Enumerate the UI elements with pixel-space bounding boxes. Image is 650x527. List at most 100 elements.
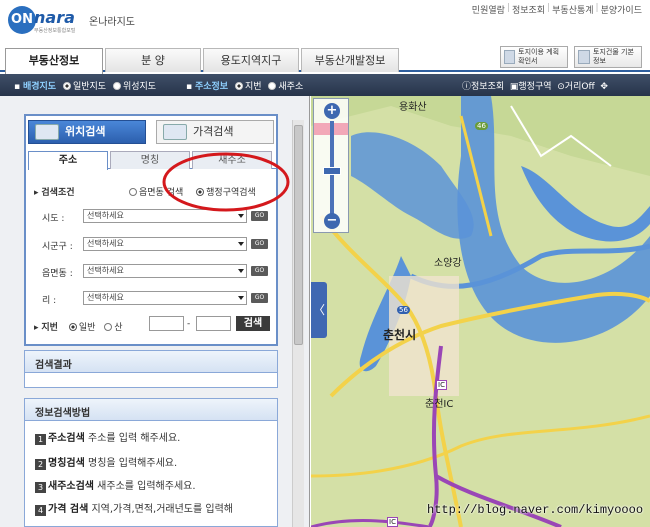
radio-normal-map[interactable] <box>62 82 71 90</box>
help-item: 3 새주소검색 새주소를 입력해주세요. <box>35 477 196 493</box>
land-building-info-button[interactable]: 토지건물 기본정보 <box>574 46 642 68</box>
logo-mark: ON <box>8 6 36 34</box>
help-item: 4 가격 검색 지역,가격,면적,거래년도를 입력해 <box>35 500 233 516</box>
top-link-stats[interactable]: 부동산통계 <box>552 3 593 16</box>
condition-bullet: ▸ <box>34 188 39 198</box>
map-label-chuncheon: 춘천시 <box>383 328 417 342</box>
condition-label: 검색조건 <box>41 188 75 198</box>
top-links: 민원열람 | 정보조회 | 부동산통계 | 분양가이드 <box>472 3 642 16</box>
land-use-plan-button[interactable]: 토지이용 계획확인서 <box>500 46 568 68</box>
panel-collapse-button[interactable]: 〈 <box>311 282 327 338</box>
divider: | <box>547 3 551 13</box>
chevron-down-icon <box>238 296 244 300</box>
map-search-icon <box>35 124 59 140</box>
document-icon <box>578 50 591 64</box>
tab-price-search[interactable]: 가격검색 <box>156 120 274 144</box>
search-box: 위치검색 가격검색 주소 명칭 새주소 <box>24 114 278 346</box>
watermark: http://blog.naver.com/kimyoooo <box>427 503 644 517</box>
map-label-soyang: 소양강 <box>434 258 462 269</box>
map-label-chuncheon-ic: 춘천IC <box>425 399 454 410</box>
field-label: 시도 : <box>42 214 65 224</box>
condition-row: ▸ 검색조건 <box>34 185 75 198</box>
top-link-info[interactable]: 정보조회 <box>512 3 545 16</box>
radio-jibun[interactable] <box>234 82 243 90</box>
eupmyeondong-go-button[interactable]: GO <box>251 266 268 276</box>
help-item: 2 명칭검색 명칭을 입력해주세요. <box>35 454 177 470</box>
tab-development[interactable]: 부동산개발정보 <box>301 48 399 72</box>
route-46-shield: 46 <box>475 122 488 130</box>
ri-select[interactable]: 선택하세요 <box>83 291 247 305</box>
radio-label: 산 <box>114 323 123 333</box>
radio-mountain[interactable] <box>104 323 113 331</box>
zoom-control: + − <box>313 98 349 233</box>
map-label-hwasan: 용화산 <box>399 102 427 113</box>
tab-sale[interactable]: 분 양 <box>105 48 201 72</box>
chevron-down-icon <box>238 214 244 218</box>
highlight-circle <box>162 152 290 212</box>
jibun-main-input[interactable] <box>149 316 184 331</box>
result-title: 검색결과 <box>25 351 277 373</box>
magnifier-icon <box>163 124 187 140</box>
radio-new-address[interactable] <box>268 82 277 90</box>
logo-subtitle: 부동산정보통합포털 <box>34 28 76 34</box>
map-tools: ⓘ정보조회 ▣행정구역 ⊙거리Off ✥ <box>462 79 608 92</box>
pan-icon[interactable]: ✥ <box>600 82 608 92</box>
ic-marker: IC <box>436 380 447 390</box>
field-label: 리 : <box>42 296 57 306</box>
top-link-guide[interactable]: 분양가이드 <box>601 3 642 16</box>
map-view[interactable]: 용화산 소양강 46 56 춘천시 IC 춘천IC IC <box>311 96 650 527</box>
address-info-group: ▪ 주소정보 지번 새주소 <box>186 82 304 92</box>
info-buttons: 토지이용 계획확인서 토지건물 기본정보 <box>500 46 642 68</box>
zoom-in-button[interactable]: + <box>324 103 340 119</box>
logo-text: nara <box>34 8 75 27</box>
field-label: 읍면동 : <box>42 269 73 279</box>
radio-label: 새주소 <box>278 82 304 92</box>
tab-location-search[interactable]: 위치검색 <box>28 120 146 144</box>
zoom-out-button[interactable]: − <box>324 213 340 229</box>
jibun-dash: - <box>187 319 191 329</box>
radio-satellite-map[interactable] <box>112 82 121 90</box>
background-map-group: ▪ 배경지도 일반지도 위성지도 <box>14 82 157 92</box>
addr-info-label: 주소정보 <box>194 82 229 92</box>
layer-bar: ▪ 배경지도 일반지도 위성지도 ▪ 주소정보 지번 새주소 ⓘ정보조회 ▣행정… <box>0 74 650 96</box>
subtab-address[interactable]: 주소 <box>28 151 108 170</box>
route-56-shield: 56 <box>397 306 410 314</box>
result-box: 검색결과 <box>24 350 278 388</box>
site-name: 온나라지도 <box>89 17 135 28</box>
ri-go-button[interactable]: GO <box>251 293 268 303</box>
zoom-slider-thumb[interactable] <box>323 167 341 175</box>
chevron-down-icon <box>238 269 244 273</box>
tab-zoning[interactable]: 용도지역지구 <box>203 48 299 72</box>
sigungu-go-button[interactable]: GO <box>251 239 268 249</box>
divider: | <box>506 3 510 13</box>
radio-label: 위성지도 <box>122 82 157 92</box>
jibun-bullet: ▸ <box>34 323 39 333</box>
help-box: 정보검색방법 1 주소검색 주소를 입력 해주세요. 2 명칭검색 명칭을 입력해주… <box>24 398 278 527</box>
help-item: 1 주소검색 주소를 입력 해주세요. <box>35 429 180 445</box>
jibun-sub-input[interactable] <box>196 316 231 331</box>
scrollbar-thumb[interactable] <box>294 125 303 345</box>
radio-label: 일반지도 <box>72 82 107 92</box>
info-query-tool[interactable]: ⓘ정보조회 <box>462 82 504 92</box>
top-link-civil[interactable]: 민원열람 <box>472 3 505 16</box>
help-title: 정보검색방법 <box>25 399 277 421</box>
panel-scrollbar[interactable] <box>292 120 304 527</box>
field-label: 시군구 : <box>42 242 73 252</box>
admin-area-tool[interactable]: ▣행정구역 <box>510 82 552 92</box>
document-icon <box>504 50 516 64</box>
sigungu-select[interactable]: 선택하세요 <box>83 237 247 251</box>
ic-marker-bottom: IC <box>387 517 398 527</box>
tab-real-estate[interactable]: 부동산정보 <box>5 48 103 74</box>
map-canvas <box>311 96 650 527</box>
top-bar: ON nara 부동산정보통합포털 온나라지도 민원열람 | 정보조회 | 부동산통… <box>0 0 650 44</box>
distance-tool[interactable]: ⊙거리Off <box>557 82 594 92</box>
jibun-row: ▸ 지번 일반 산 <box>34 320 123 333</box>
radio-dong-search[interactable] <box>129 188 137 196</box>
radio-general[interactable] <box>68 323 77 331</box>
bg-map-label: 배경지도 <box>22 82 57 92</box>
radio-label: 일반 <box>78 323 96 333</box>
search-button[interactable]: 검색 <box>236 316 270 331</box>
eupmyeondong-select[interactable]: 선택하세요 <box>83 264 247 278</box>
divider: | <box>595 3 599 13</box>
radio-label: 지번 <box>244 82 262 92</box>
